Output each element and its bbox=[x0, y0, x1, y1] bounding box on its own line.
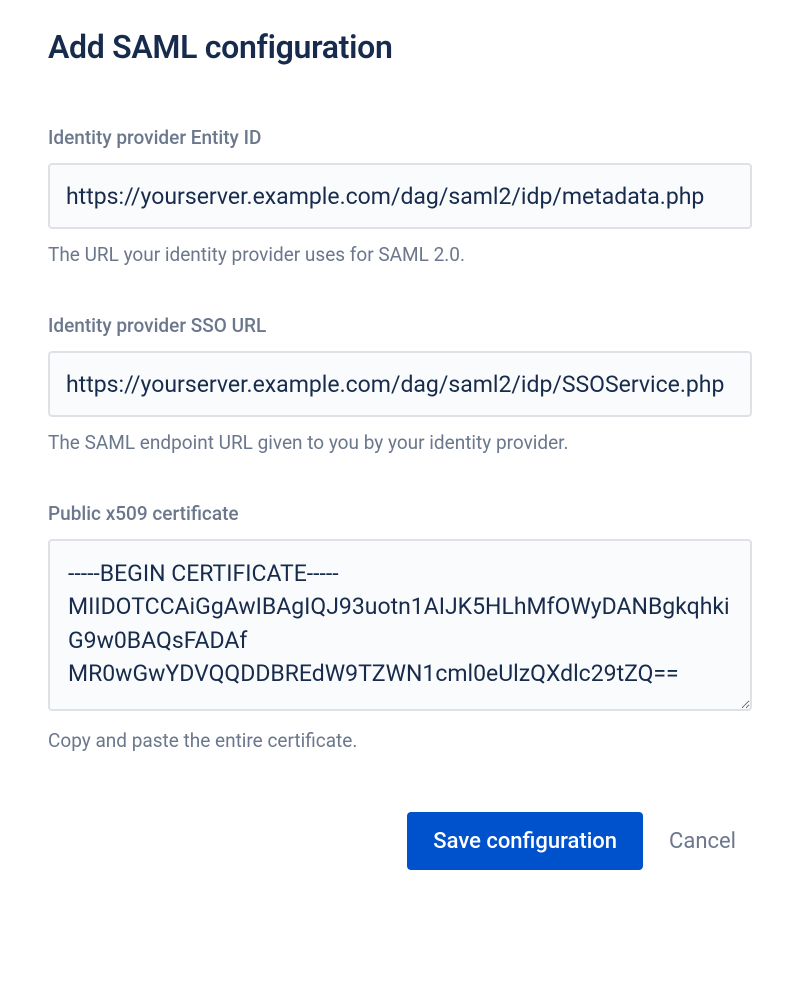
cancel-button[interactable]: Cancel bbox=[663, 829, 742, 854]
button-row: Save configuration Cancel bbox=[48, 812, 752, 870]
sso-url-help: The SAML endpoint URL given to you by yo… bbox=[48, 431, 752, 454]
certificate-help: Copy and paste the entire certificate. bbox=[48, 729, 752, 752]
save-button[interactable]: Save configuration bbox=[407, 812, 643, 870]
entity-id-input[interactable] bbox=[48, 163, 752, 229]
sso-url-group: Identity provider SSO URL The SAML endpo… bbox=[48, 314, 752, 454]
sso-url-label: Identity provider SSO URL bbox=[48, 314, 752, 337]
entity-id-help: The URL your identity provider uses for … bbox=[48, 243, 752, 266]
entity-id-label: Identity provider Entity ID bbox=[48, 126, 752, 149]
sso-url-input[interactable] bbox=[48, 351, 752, 417]
certificate-group: Public x509 certificate Copy and paste t… bbox=[48, 502, 752, 752]
entity-id-group: Identity provider Entity ID The URL your… bbox=[48, 126, 752, 266]
page-title: Add SAML configuration bbox=[48, 28, 752, 66]
certificate-textarea[interactable] bbox=[48, 539, 752, 711]
certificate-label: Public x509 certificate bbox=[48, 502, 752, 525]
